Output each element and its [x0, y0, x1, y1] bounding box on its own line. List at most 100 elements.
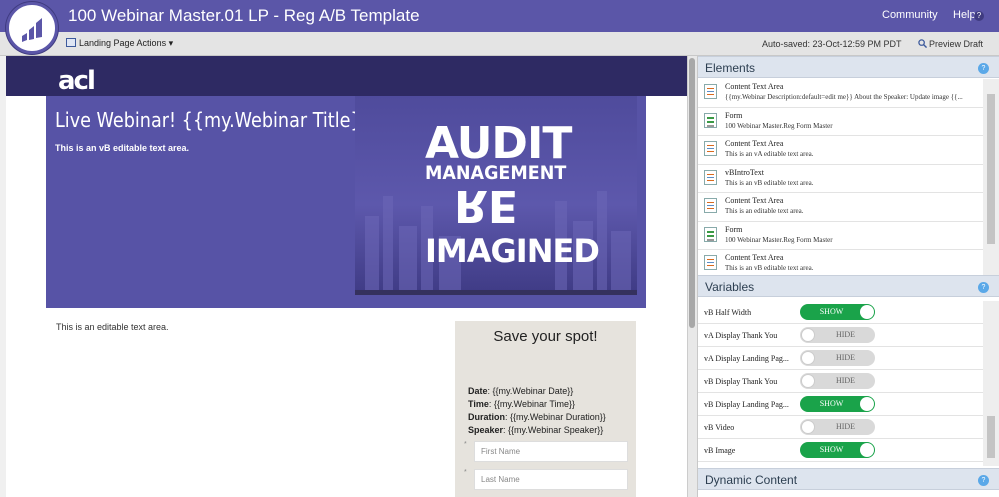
acl-logo: acl: [58, 66, 96, 96]
registration-form[interactable]: Save your spot! Date: {{my.Webinar Date}…: [455, 321, 636, 497]
element-title: Content Text Area: [725, 253, 784, 262]
variable-toggle[interactable]: SHOW: [800, 396, 875, 412]
variable-name: vB Half Width: [704, 308, 752, 317]
collapse-icon[interactable]: ?: [978, 282, 989, 293]
element-description: This is an vB editable text area.: [725, 264, 814, 272]
element-row[interactable]: Form 100 Webinar Master.Reg Form Master: [698, 108, 983, 136]
form-element-icon: [704, 112, 717, 128]
variable-toggle[interactable]: HIDE: [800, 419, 875, 435]
image-bottom-bar: [355, 290, 637, 295]
help-icon[interactable]: ?: [974, 11, 984, 21]
variables-header-label: Variables: [705, 280, 755, 294]
element-description: 100 Webinar Master.Reg Form Master: [725, 121, 833, 130]
variables-scrollbar-thumb[interactable]: [987, 416, 995, 458]
toggle-knob: [860, 305, 874, 319]
marketo-logo-icon[interactable]: [6, 2, 58, 54]
preview-draft-button[interactable]: Preview Draft: [918, 39, 983, 49]
toolbar: Landing Page Actions ▾ Auto-saved: 23-Oc…: [0, 32, 999, 56]
form-speaker-line: Speaker: {{my.Webinar Speaker}}: [468, 425, 604, 435]
text-area-icon: [704, 169, 717, 185]
toggle-knob: [860, 443, 874, 457]
landing-page-canvas[interactable]: acl Live Webinar! {{my.Webinar Title}} T…: [0, 56, 687, 497]
text-area-icon: [704, 198, 717, 213]
hero-section[interactable]: Live Webinar! {{my.Webinar Title}} This …: [46, 96, 646, 308]
variable-row: vB Display Thank You HIDE: [698, 370, 983, 393]
elements-header-label: Elements: [705, 61, 756, 75]
variable-toggle[interactable]: SHOW: [800, 442, 875, 458]
landing-page-actions-label: Landing Page Actions ▾: [79, 38, 174, 48]
variables-header[interactable]: Variables ?: [698, 275, 999, 297]
collapse-icon[interactable]: ?: [978, 63, 989, 74]
variable-row: vB Video HIDE: [698, 416, 983, 439]
required-marker: *: [464, 441, 467, 448]
variable-row: vA Display Thank You HIDE: [698, 324, 983, 347]
dynamic-content-header-label: Dynamic Content: [705, 473, 798, 487]
elements-header[interactable]: Elements ?: [698, 56, 999, 78]
element-description: 100 Webinar Master.Reg Form Master: [725, 235, 833, 244]
variable-toggle[interactable]: HIDE: [800, 373, 875, 389]
element-description: This is an vB editable text area.: [725, 178, 814, 187]
variable-name: vA Display Landing Pag...: [704, 354, 789, 363]
collapse-icon[interactable]: ?: [978, 475, 989, 486]
canvas-scrollbar-thumb[interactable]: [689, 58, 695, 328]
element-title: Form: [725, 110, 743, 120]
element-title: Content Text Area: [725, 196, 784, 205]
toggle-state-label: HIDE: [835, 330, 856, 339]
form-date-line: Date: {{my.Webinar Date}}: [468, 386, 574, 396]
element-row[interactable]: vBIntroText This is an vB editable text a…: [698, 165, 983, 193]
first-name-input[interactable]: First Name: [474, 441, 628, 462]
variable-name: vB Display Thank You: [704, 377, 778, 386]
landing-page-icon: [66, 38, 76, 47]
elements-list: Content Text Area {{my.Webinar Descriptio…: [698, 79, 983, 275]
hero-subtitle[interactable]: This is an vB editable text area.: [55, 143, 189, 153]
variable-toggle[interactable]: HIDE: [800, 350, 875, 366]
toggle-knob: [860, 397, 874, 411]
magnifier-icon: [918, 39, 928, 49]
canvas-left-gutter: [0, 56, 6, 497]
toggle-knob: [801, 351, 815, 365]
variable-name: vA Display Thank You: [704, 331, 778, 340]
variables-list: vB Half Width SHOW vA Display Thank You HID…: [698, 301, 983, 466]
required-marker: *: [464, 469, 467, 476]
toggle-state-label: HIDE: [835, 422, 856, 431]
element-title: Content Text Area: [725, 139, 784, 148]
element-description: {{my.Webinar Description:default=edit me…: [725, 93, 963, 101]
image-word-imagined: IMAGINED: [425, 232, 600, 270]
toggle-knob: [801, 374, 815, 388]
toggle-state-label: HIDE: [835, 376, 856, 385]
last-name-input[interactable]: Last Name: [474, 469, 628, 490]
hero-title[interactable]: Live Webinar! {{my.Webinar Title}}: [55, 108, 373, 132]
toggle-state-label: SHOW: [819, 399, 844, 408]
form-time-line: Time: {{my.Webinar Time}}: [468, 399, 576, 409]
text-area-icon: [704, 141, 717, 156]
preview-draft-label: Preview Draft: [929, 39, 984, 49]
variable-toggle[interactable]: HIDE: [800, 327, 875, 343]
landing-page-actions-menu[interactable]: Landing Page Actions ▾: [66, 38, 173, 49]
element-title: Content Text Area: [725, 82, 784, 91]
help-link[interactable]: Help: [953, 9, 976, 21]
element-row[interactable]: Content Text Area This is an editable tex…: [698, 193, 983, 222]
text-area-icon: [704, 255, 717, 270]
elements-scrollbar-thumb[interactable]: [987, 94, 995, 244]
toggle-state-label: SHOW: [819, 445, 844, 454]
element-title: Form: [725, 224, 743, 234]
dynamic-content-header[interactable]: Dynamic Content ?: [698, 468, 999, 490]
element-title: vBIntroText: [725, 167, 764, 177]
element-row[interactable]: Form 100 Webinar Master.Reg Form Master: [698, 222, 983, 250]
element-description: This is an editable text area.: [725, 207, 804, 215]
variable-row: vB Display Landing Pag... SHOW: [698, 393, 983, 416]
editable-text-area[interactable]: This is an editable text area.: [56, 322, 169, 332]
autosave-status: Auto-saved: 23-Oct-12:59 PM PDT: [762, 39, 902, 49]
element-row[interactable]: Content Text Area This is an vA editable …: [698, 136, 983, 165]
text-area-icon: [704, 84, 717, 99]
image-word-re: RE: [454, 180, 518, 231]
variable-row: vB Image SHOW: [698, 439, 983, 462]
element-row[interactable]: Content Text Area This is an vB editable …: [698, 250, 983, 275]
side-panel: Elements ? Content Text Area {{my.Webinar…: [697, 56, 999, 497]
variable-name: vB Video: [704, 423, 735, 432]
community-link[interactable]: Community: [882, 9, 938, 21]
element-row[interactable]: Content Text Area {{my.Webinar Descriptio…: [698, 79, 983, 108]
page-title: 100 Webinar Master.01 LP - Reg A/B Templ…: [68, 6, 420, 25]
hero-image[interactable]: AUDIT MANAGEMENT RE IMAGINED: [355, 96, 637, 294]
variable-toggle[interactable]: SHOW: [800, 304, 875, 320]
